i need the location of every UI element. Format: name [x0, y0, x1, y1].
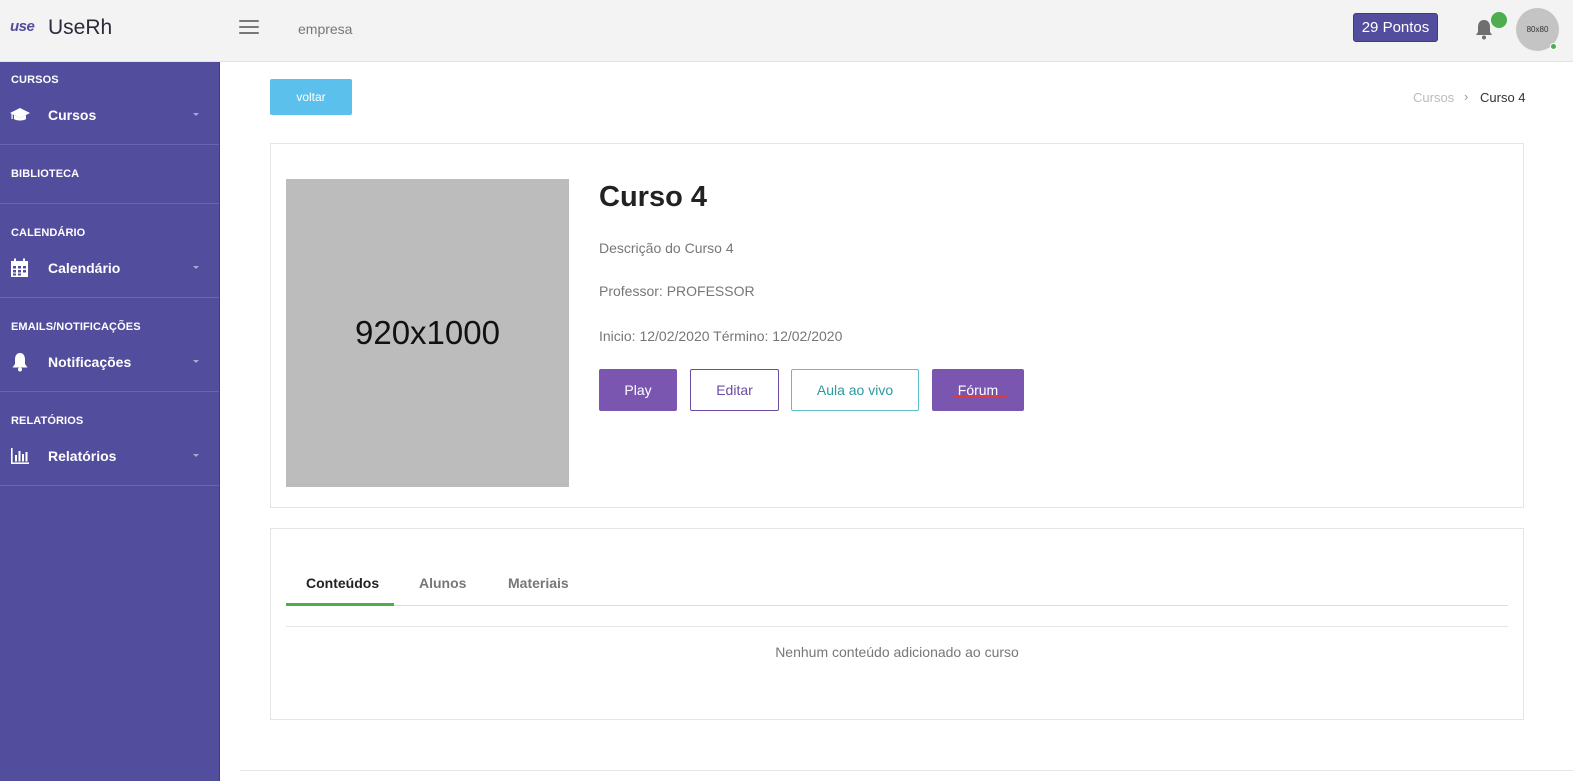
sidebar-section-title: CURSOS	[11, 74, 59, 86]
course-dates: Inicio: 12/02/2020 Término: 12/02/2020	[599, 328, 843, 344]
points-badge[interactable]: 29 Pontos	[1353, 13, 1438, 42]
online-status-dot	[1550, 43, 1557, 50]
bar-chart-icon	[11, 448, 29, 464]
course-title: Curso 4	[599, 181, 707, 213]
chevron-down-icon	[193, 454, 199, 457]
bell-icon	[12, 353, 28, 372]
play-button[interactable]: Play	[599, 369, 677, 411]
sidebar-section-biblioteca[interactable]: BIBLIOTECA	[0, 145, 219, 204]
sidebar-item-cursos[interactable]: Cursos	[0, 101, 219, 131]
sidebar-item-label: Cursos	[48, 107, 97, 123]
content-divider	[286, 626, 1508, 627]
sidebar-item-label: Calendário	[48, 260, 121, 276]
breadcrumb-cursos[interactable]: Cursos	[1413, 90, 1454, 105]
sidebar-section-title: BIBLIOTECA	[11, 168, 80, 180]
breadcrumb-current: Curso 4	[1480, 90, 1526, 105]
edit-button[interactable]: Editar	[690, 369, 779, 411]
chevron-down-icon	[193, 360, 199, 363]
chevron-down-icon	[193, 266, 199, 269]
live-class-button[interactable]: Aula ao vivo	[791, 369, 919, 411]
company-name: empresa	[298, 21, 353, 37]
content-card	[270, 528, 1524, 720]
sidebar-section-notificacoes: EMAILS/NOTIFICAÇÕES Notificações	[0, 298, 219, 392]
menu-toggle-icon[interactable]	[239, 20, 259, 36]
sidebar-item-label: Notificações	[48, 354, 132, 370]
course-professor: Professor: PROFESSOR	[599, 283, 755, 299]
active-tab-indicator	[286, 603, 394, 606]
sidebar-section-relatorios: RELATÓRIOS Relatórios	[0, 392, 219, 486]
sidebar-item-relatorios[interactable]: Relatórios	[0, 442, 219, 472]
sidebar-section-title: EMAILS/NOTIFICAÇÕES	[11, 321, 141, 333]
forum-annotation-underline	[953, 395, 1007, 397]
tab-alunos[interactable]: Alunos	[419, 575, 466, 591]
tab-materiais[interactable]: Materiais	[508, 575, 569, 591]
chevron-down-icon	[193, 113, 199, 116]
app-name[interactable]: UseRh	[48, 16, 112, 40]
sidebar-section-title: CALENDÁRIO	[11, 227, 86, 239]
sidebar-item-label: Relatórios	[48, 448, 117, 464]
course-description: Descrição do Curso 4	[599, 240, 734, 256]
empty-content-message: Nenhum conteúdo adicionado ao curso	[775, 644, 1019, 660]
tabs-divider	[286, 605, 1508, 606]
sidebar-item-calendario[interactable]: Calendário	[0, 254, 219, 284]
graduation-cap-icon	[10, 108, 30, 121]
back-button[interactable]: voltar	[270, 79, 352, 115]
sidebar-item-notificacoes[interactable]: Notificações	[0, 348, 219, 378]
sidebar-section-cursos: CURSOS Cursos	[0, 62, 219, 145]
forum-button[interactable]: Fórum	[932, 369, 1024, 411]
course-image-placeholder: 920x1000	[286, 179, 569, 487]
sidebar: CURSOS Cursos BIBLIOTECA CALENDÁRIO Cale…	[0, 62, 220, 781]
breadcrumb-separator: ›	[1464, 89, 1469, 104]
notification-dot	[1491, 12, 1507, 28]
sidebar-section-title: RELATÓRIOS	[11, 415, 84, 427]
sidebar-section-calendario: CALENDÁRIO Calendário	[0, 204, 219, 298]
logo-mark: use	[10, 18, 35, 35]
calendar-icon	[11, 258, 28, 277]
top-bar: use UseRh empresa 29 Pontos 80x80	[0, 0, 1573, 62]
tab-conteudos[interactable]: Conteúdos	[306, 575, 379, 591]
footer-divider	[240, 770, 1573, 771]
